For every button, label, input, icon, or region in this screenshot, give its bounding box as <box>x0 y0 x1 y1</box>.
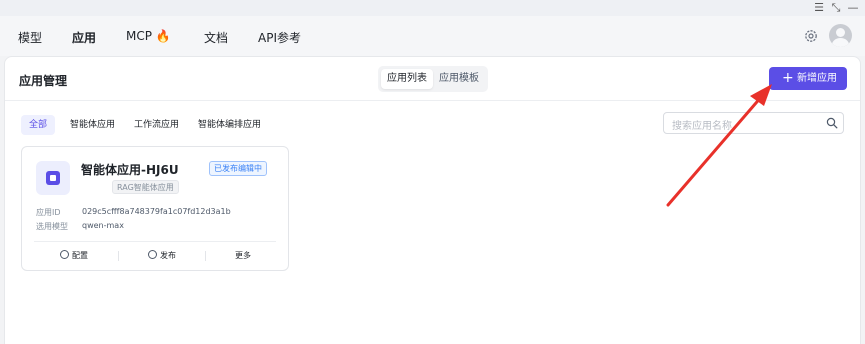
app-id-label: 应用ID <box>36 208 61 217</box>
nav-tab-mcp-label: MCP <box>126 29 152 43</box>
app-name[interactable]: 智能体应用-HJ6U <box>81 161 179 178</box>
app-type-tag: RAG智能体应用 <box>112 180 179 194</box>
publish-label: 发布 <box>160 251 176 260</box>
app-icon-glyph-center <box>50 175 56 181</box>
minimize-icon[interactable]: — <box>846 1 860 15</box>
configure-label: 配置 <box>72 251 88 260</box>
model-label: 选用模型 <box>36 222 68 231</box>
settings-gear-icon[interactable] <box>803 28 819 44</box>
filter-all[interactable]: 全部 <box>21 115 56 135</box>
add-app-button[interactable]: + 新增应用 <box>769 67 847 90</box>
plus-icon: + <box>782 70 794 86</box>
page-title: 应用管理 <box>19 74 68 88</box>
panel-header: 应用管理 应用列表 应用模板 + 新增应用 <box>5 57 860 101</box>
nav-tab-models[interactable]: 模型 <box>18 29 42 46</box>
app-icon-glyph <box>46 171 60 185</box>
nav-tab-api-reference[interactable]: API参考 <box>258 29 301 46</box>
status-badge: 已发布编辑中 <box>209 161 267 176</box>
publish-icon <box>148 250 157 259</box>
publish-button[interactable]: 发布 <box>148 250 176 261</box>
configure-button[interactable]: 配置 <box>60 250 88 261</box>
more-button[interactable]: 更多 <box>235 250 251 261</box>
avatar-head-shape <box>836 28 845 37</box>
fire-icon: 🔥 <box>155 29 171 43</box>
add-app-button-label: 新增应用 <box>797 73 837 84</box>
restore-icon[interactable]: ⤡ <box>829 1 843 15</box>
search-box[interactable]: 搜索应用名称 <box>663 112 844 134</box>
avatar-body-shape <box>832 38 849 47</box>
window-titlebar: ☰ ⤡ — <box>0 0 865 16</box>
app-id-value: 029c5cfff8a748379fa1c07fd12d3a1b <box>82 207 231 216</box>
tab-app-templates[interactable]: 应用模板 <box>433 69 485 89</box>
nav-tab-mcp[interactable]: MCP 🔥 <box>126 29 171 43</box>
action-separator <box>118 251 119 261</box>
model-value: qwen-max <box>82 221 124 230</box>
nav-tab-apps[interactable]: 应用 <box>72 29 96 46</box>
app-icon <box>36 161 70 195</box>
user-avatar[interactable] <box>829 24 852 47</box>
app-card[interactable]: 智能体应用-HJ6U 已发布编辑中 RAG智能体应用 应用ID 029c5cff… <box>21 146 289 271</box>
card-divider <box>34 241 276 242</box>
search-input[interactable]: 搜索应用名称 <box>672 117 732 132</box>
nav-tab-docs[interactable]: 文档 <box>204 29 228 46</box>
menu-icon[interactable]: ☰ <box>812 1 826 15</box>
main-panel: 应用管理 应用列表 应用模板 + 新增应用 全部 智能体应用 工作流应用 智能体… <box>4 56 861 344</box>
search-icon[interactable] <box>826 117 838 129</box>
top-nav: 模型 应用 MCP 🔥 文档 API参考 <box>0 16 865 56</box>
configure-icon <box>60 250 69 259</box>
tab-app-list[interactable]: 应用列表 <box>381 69 433 89</box>
filter-agent-orchestration-apps[interactable]: 智能体编排应用 <box>190 115 269 135</box>
filter-workflow-apps[interactable]: 工作流应用 <box>126 115 187 135</box>
view-segmented-control: 应用列表 应用模板 <box>378 66 488 92</box>
action-separator <box>205 251 206 261</box>
filter-agent-apps[interactable]: 智能体应用 <box>62 115 123 135</box>
